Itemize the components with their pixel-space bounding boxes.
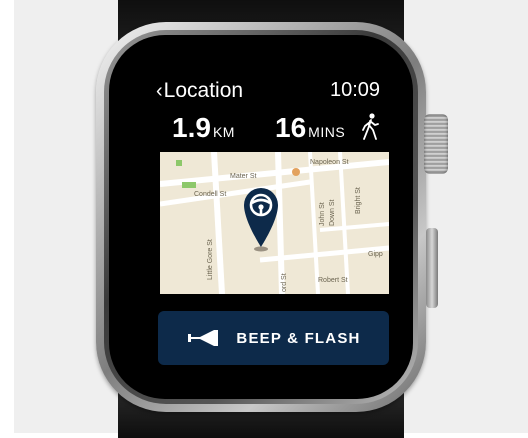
chevron-left-icon: ‹ (156, 79, 163, 102)
beep-label: BEEP & FLASH (236, 329, 361, 347)
distance-value: 1.9 (172, 112, 211, 143)
street-label: Condell St (194, 191, 226, 198)
clock: 10:09 (330, 79, 381, 101)
car-location-pin[interactable] (241, 183, 281, 255)
distance-stat: 1.9 KM (172, 112, 235, 144)
street-label: Gipp (368, 251, 383, 258)
street-label: Bright St (355, 187, 362, 214)
back-button[interactable]: ‹ Location (156, 78, 243, 104)
street-label: Little Gore St (207, 239, 214, 280)
time-value: 16 (275, 112, 307, 143)
walking-icon (362, 113, 379, 140)
street-label: John St (319, 202, 326, 226)
street-label: Robert St (318, 277, 348, 284)
back-label: Location (163, 79, 244, 102)
digital-crown[interactable] (424, 114, 448, 174)
street-label: Mater St (230, 173, 257, 180)
beep-and-flash-button[interactable]: BEEP & FLASH (158, 311, 389, 365)
side-button[interactable] (426, 228, 438, 308)
distance-unit: KM (212, 124, 235, 140)
street-label: Down St (329, 199, 336, 226)
horn-icon (188, 330, 219, 346)
page-margin (0, 0, 14, 433)
street-label: Napoleon St (310, 159, 349, 166)
street-label: ord St (281, 273, 288, 292)
time-stat: 16 MINS (275, 112, 345, 144)
time-unit: MINS (308, 124, 346, 140)
